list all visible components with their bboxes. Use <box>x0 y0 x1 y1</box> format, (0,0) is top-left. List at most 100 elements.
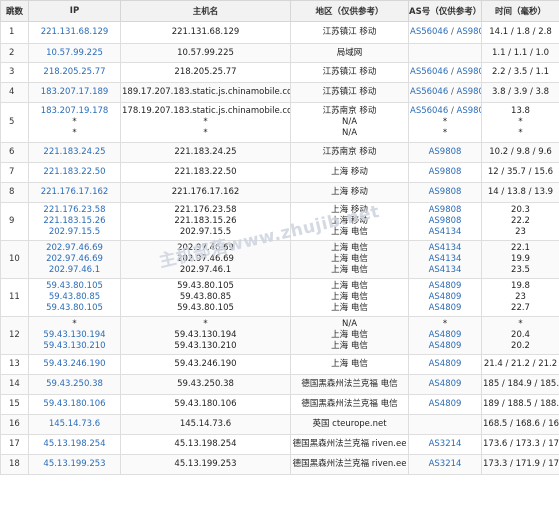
ip-link[interactable]: 45.13.199.253 <box>30 459 119 470</box>
as-link[interactable]: AS56046 <box>410 27 448 37</box>
as-link[interactable]: AS9808 <box>457 87 481 97</box>
ip-link[interactable]: 221.131.68.129 <box>30 27 119 38</box>
ip-link[interactable]: 202.97.46.69 <box>30 243 119 254</box>
as-link[interactable]: AS4809 <box>429 379 462 389</box>
ip-cell: 45.13.199.253 <box>28 454 121 475</box>
as-link[interactable]: AS9808 <box>429 147 462 157</box>
location-text: 江苏镇江 移动 <box>322 27 377 37</box>
as-link[interactable]: AS4809 <box>429 281 462 291</box>
as-link[interactable]: AS9808 <box>457 106 481 116</box>
as-cell: AS4809 AS4809 AS4809 <box>408 278 482 317</box>
ip-link[interactable]: 202.97.15.5 <box>30 227 119 238</box>
as-link[interactable]: AS4134 <box>429 243 462 253</box>
ip-cell: 59.43.80.105 59.43.80.85 59.43.80.105 <box>28 278 121 317</box>
as-link[interactable]: AS9808 <box>429 167 462 177</box>
table-row: 15 59.43.180.106 59.43.180.106 德国黑森州法兰克福 电信… <box>0 394 559 415</box>
as-link[interactable]: AS4134 <box>429 265 462 275</box>
as-link[interactable]: AS56046 <box>410 106 448 116</box>
as-link[interactable]: AS4809 <box>429 292 462 302</box>
ip-link[interactable]: 202.97.46.69 <box>30 254 119 265</box>
as-separator: / <box>448 27 457 37</box>
ip-link[interactable]: 221.183.15.26 <box>30 216 119 227</box>
as-link[interactable]: AS9808 <box>457 67 481 77</box>
hop-number: 10 <box>0 240 29 279</box>
hostname-text: 59.43.130.210 <box>174 341 237 351</box>
hostname-text: 145.14.73.6 <box>179 419 232 429</box>
as-link[interactable]: AS4809 <box>429 330 462 340</box>
ip-link[interactable]: 59.43.80.85 <box>30 292 119 303</box>
hostname-text: 221.183.22.50 <box>174 167 237 177</box>
table-row: 10 202.97.46.69 202.97.46.69 202.97.46.1 202… <box>0 240 559 279</box>
ip-cell: 221.176.23.58 221.183.15.26 202.97.15.5 <box>28 202 121 241</box>
ip-link[interactable]: 59.43.250.38 <box>30 379 119 390</box>
ip-link[interactable]: 45.13.198.254 <box>30 439 119 450</box>
ip-link[interactable]: 10.57.99.225 <box>30 48 119 59</box>
hop-number: 9 <box>0 202 29 241</box>
time-text: 173.3 / 171.9 / 172.1 <box>483 459 559 469</box>
hop-number: 16 <box>0 414 29 435</box>
hop-number: 7 <box>0 162 29 183</box>
ip-link[interactable]: 221.176.17.162 <box>30 187 119 198</box>
location-text: 德国黑森州法兰克福 riven.ee <box>292 439 407 449</box>
location-text: 上海 电信 <box>331 281 368 291</box>
as-link[interactable]: AS9808 <box>429 216 462 226</box>
ip-link[interactable]: 221.183.22.50 <box>30 167 119 178</box>
ip-link[interactable]: 183.207.17.189 <box>30 87 119 98</box>
table-row: 6 221.183.24.25 221.183.24.25 江苏南京 移动 AS9808… <box>0 142 559 163</box>
as-line: AS9808 <box>410 187 480 198</box>
as-link[interactable]: AS4809 <box>429 399 462 409</box>
time-text: 20.4 <box>511 330 530 340</box>
as-link[interactable]: AS3214 <box>429 459 462 469</box>
ip-link[interactable]: 202.97.46.1 <box>30 265 119 276</box>
hostname-text: 59.43.246.190 <box>174 359 237 369</box>
as-cell: AS9808 AS9808 AS4134 <box>408 202 482 241</box>
hostname-text: 202.97.46.69 <box>177 254 234 264</box>
ip-link[interactable]: 59.43.80.105 <box>30 303 119 314</box>
as-link[interactable]: AS9808 <box>429 205 462 215</box>
location-cell: 上海 电信 <box>290 354 409 375</box>
as-link[interactable]: AS56046 <box>410 87 448 97</box>
ip-link[interactable]: 59.43.180.106 <box>30 399 119 410</box>
as-link[interactable]: AS4134 <box>429 227 462 237</box>
hop-number: 14 <box>0 374 29 395</box>
as-link[interactable]: AS9808 <box>429 187 462 197</box>
ip-link[interactable]: 59.43.130.194 <box>30 330 119 341</box>
ip-link[interactable]: 218.205.25.77 <box>30 67 119 78</box>
hostname-text: 59.43.180.106 <box>174 399 237 409</box>
location-text: 英国 cteurope.net <box>312 419 387 429</box>
as-text: * <box>442 319 448 329</box>
as-cell <box>408 43 482 63</box>
as-line: AS4134 <box>410 254 480 265</box>
location-text: 德国黑森州法兰克福 riven.ee <box>292 459 407 469</box>
ip-cell: 183.207.19.178 * * <box>28 102 121 143</box>
as-line: AS4809 <box>410 379 480 390</box>
hostname-cell: 221.183.22.50 <box>120 162 291 183</box>
ip-link[interactable]: 221.183.24.25 <box>30 147 119 158</box>
as-line: AS56046 / AS9808 <box>410 27 481 38</box>
as-cell: AS56046 / AS9808 <box>408 62 482 83</box>
ip-link[interactable]: 183.207.19.178 <box>30 106 119 117</box>
hostname-text: 221.183.24.25 <box>174 147 237 157</box>
as-link[interactable]: AS3214 <box>429 439 462 449</box>
table-row: 9 221.176.23.58 221.183.15.26 202.97.15.5 22… <box>0 202 559 241</box>
as-link[interactable]: AS4809 <box>429 303 462 313</box>
time-cell: 14 / 13.8 / 13.9 <box>481 182 559 203</box>
as-line: AS4809 <box>410 292 480 303</box>
as-link[interactable]: AS4134 <box>429 254 462 264</box>
ip-link[interactable]: 221.176.23.58 <box>30 205 119 216</box>
time-text: * <box>518 128 523 138</box>
hop-number: 1 <box>0 21 29 44</box>
ip-link[interactable]: 59.43.246.190 <box>30 359 119 370</box>
location-cell: 江苏镇江 移动 <box>290 82 409 103</box>
location-cell: 江苏南京 移动 N/A N/A <box>290 102 409 143</box>
ip-cell: 221.183.22.50 <box>28 162 121 183</box>
as-line: AS3214 <box>410 459 480 470</box>
as-line: AS9808 <box>410 205 480 216</box>
as-link[interactable]: AS9808 <box>457 27 481 37</box>
as-link[interactable]: AS56046 <box>410 67 448 77</box>
as-link[interactable]: AS4809 <box>429 341 462 351</box>
ip-link[interactable]: 145.14.73.6 <box>30 419 119 430</box>
ip-link[interactable]: 59.43.80.105 <box>30 281 119 292</box>
as-link[interactable]: AS4809 <box>429 359 462 369</box>
ip-link[interactable]: 59.43.130.210 <box>30 341 119 352</box>
